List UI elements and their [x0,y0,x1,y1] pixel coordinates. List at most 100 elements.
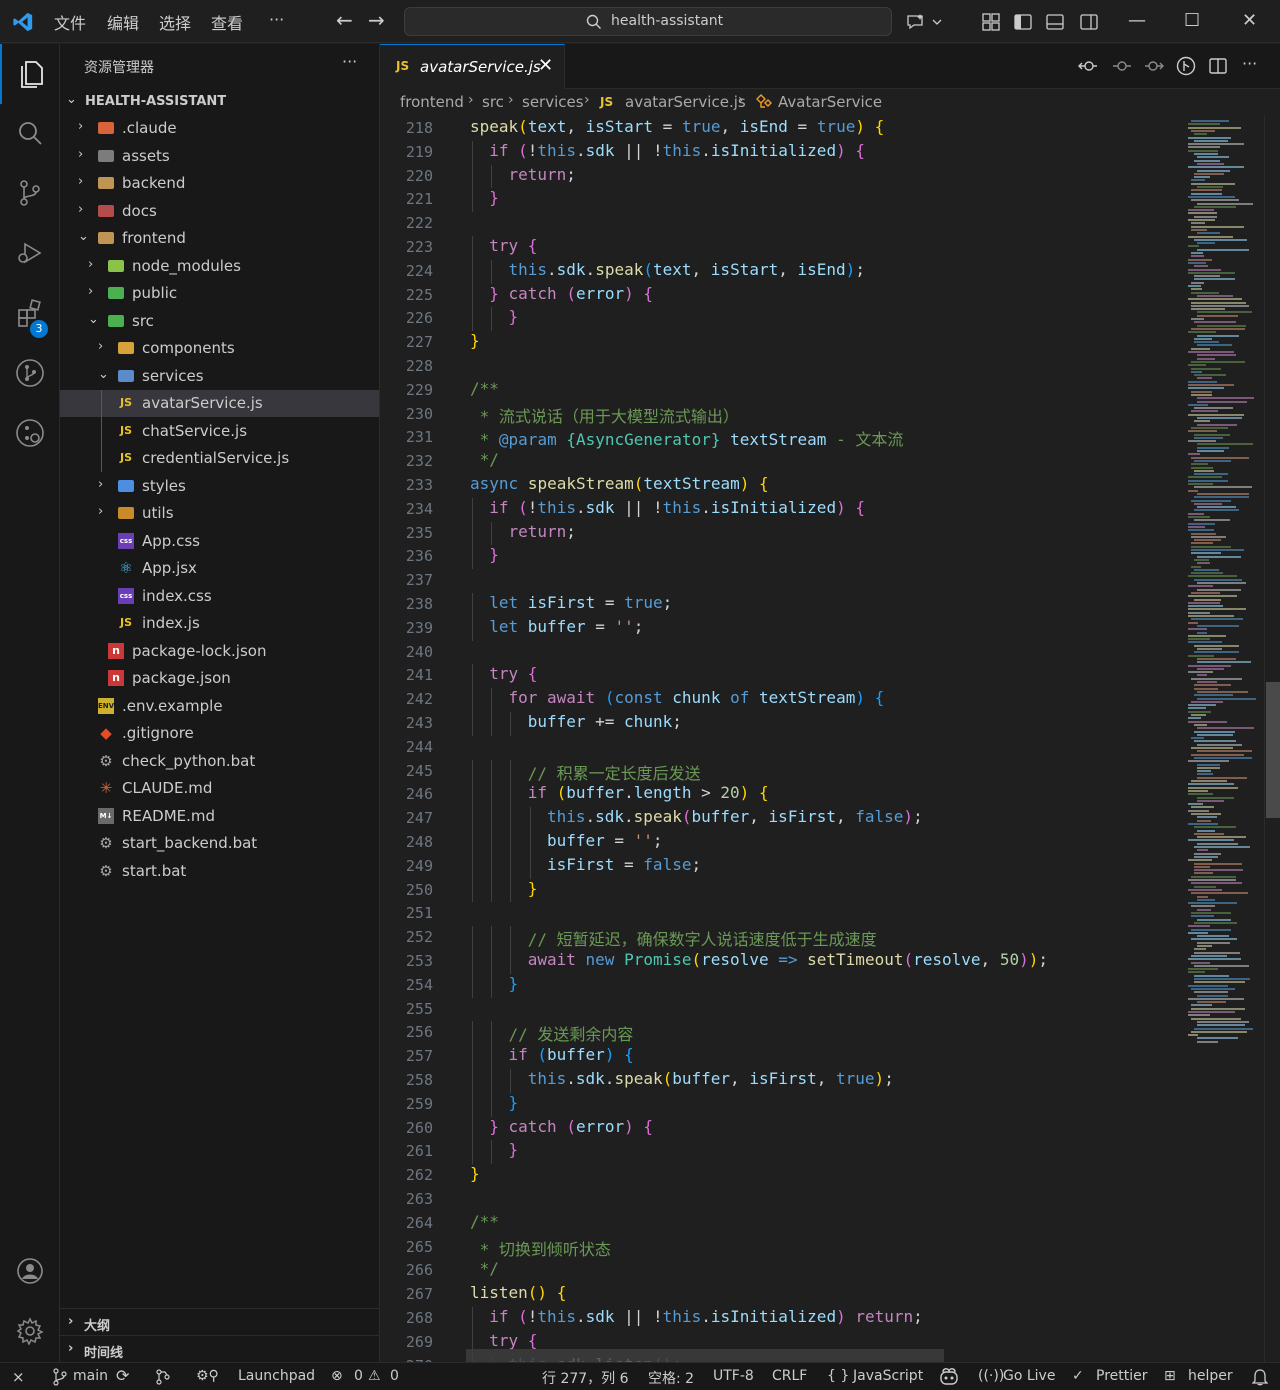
vertical-scrollbar[interactable] [1264,116,1280,1362]
run-debug-button[interactable] [0,224,60,284]
close-window-button[interactable]: ✕ [1242,10,1257,31]
minimap-line [1188,529,1214,532]
tree-item[interactable]: ⚛ App.jsx [60,555,379,582]
branch-name[interactable]: main [73,1368,108,1384]
toggle-panel-icon[interactable] [1045,12,1065,32]
gitlens-button[interactable] [0,404,60,464]
menu-more[interactable]: ··· [269,10,284,29]
editor-more-button[interactable]: ··· [1242,54,1257,73]
menu-selection[interactable]: 选择 [159,10,191,34]
prettier-button[interactable]: Prettier [1096,1368,1148,1384]
minimap-line [1188,195,1235,198]
menu-edit[interactable]: 编辑 [107,10,139,34]
tree-item[interactable]: › backend [60,170,379,197]
remote-indicator-icon[interactable]: ⨯ [12,1368,25,1386]
back-arrow-icon[interactable]: ← [336,8,353,32]
copilot-status-icon[interactable] [938,1367,960,1387]
extensions-button[interactable]: 3 [0,284,60,344]
workspace-root[interactable]: ⌄ HEALTH-ASSISTANT [60,88,379,115]
tree-item[interactable]: › node_modules [60,253,379,280]
tree-item[interactable]: › styles [60,473,379,500]
tree-item[interactable]: ENV .env.example [60,693,379,720]
open-changes-icon[interactable] [1078,56,1098,76]
tree-item[interactable]: › public [60,280,379,307]
account-button[interactable] [0,1242,60,1302]
tree-item[interactable]: ⌄ services [60,363,379,390]
tree-item-label: utils [142,504,174,522]
settings-button[interactable] [0,1302,60,1362]
tab-avatar-service[interactable]: JS avatarService.js ✕ [380,44,565,89]
tree-item[interactable]: › .claude [60,115,379,142]
bell-icon[interactable] [1252,1368,1268,1386]
horizontal-scrollbar[interactable] [466,1349,944,1362]
layout-icon[interactable] [981,12,1001,32]
tree-item[interactable]: JS credentialService.js [60,445,379,472]
forward-arrow-icon[interactable]: → [368,8,385,32]
launchpad-button[interactable]: Launchpad [238,1368,315,1384]
tree-item[interactable]: ⚙ start_backend.bat [60,830,379,857]
sync-icon[interactable]: ⟳ [116,1366,129,1385]
line-number: 244 [405,737,433,756]
timeline-section[interactable]: › 时间线 [60,1335,379,1363]
search-button[interactable] [0,104,60,164]
cursor-position[interactable]: 行 277，列 6 [542,1368,629,1388]
toggle-secondary-sidebar-icon[interactable] [1079,12,1099,32]
language-mode[interactable]: JavaScript [853,1368,923,1384]
code-editor[interactable]: 218 speak(text, isStart = true, isEnd = t… [380,116,1280,1362]
breadcrumb-item[interactable]: services [522,93,584,111]
breadcrumb-item[interactable]: src [482,93,504,111]
tree-item[interactable]: ⌄ src [60,308,379,335]
copilot-icon[interactable] [906,12,942,32]
tree-item[interactable]: ◆ .gitignore [60,720,379,747]
explorer-more-button[interactable]: ··· [342,52,357,71]
tree-item[interactable]: css index.css [60,583,379,610]
minimap-line [1197,796,1234,799]
toggle-sidebar-icon[interactable] [1013,12,1033,32]
error-count[interactable]: 0 [354,1368,363,1384]
indentation[interactable]: 空格: 2 [648,1368,694,1388]
tree-item[interactable]: ⚙ start.bat [60,858,379,885]
tree-item[interactable]: › assets [60,143,379,170]
source-control-button[interactable] [0,164,60,224]
outline-section[interactable]: › 大纲 [60,1308,379,1336]
tree-item[interactable]: ⚙ check_python.bat [60,748,379,775]
tree-item[interactable]: JS chatService.js [60,418,379,445]
tree-item[interactable]: n package-lock.json [60,638,379,665]
tree-item[interactable]: ⌄ frontend [60,225,379,252]
tree-item[interactable]: › utils [60,500,379,527]
go-live-button[interactable]: Go Live [1003,1368,1055,1384]
git-graph-button[interactable] [0,344,60,404]
menu-view[interactable]: 查看 [211,10,243,34]
next-commit-icon[interactable] [1144,56,1164,76]
minimap[interactable] [1180,116,1264,1362]
tree-item[interactable]: M↓ README.md [60,803,379,830]
tree-item[interactable]: JS index.js [60,610,379,637]
command-center-search[interactable]: health-assistant [404,7,892,36]
gitlens-inspect-icon[interactable] [1176,56,1196,76]
encoding[interactable]: UTF-8 [713,1368,754,1384]
breadcrumb-item[interactable]: frontend [400,93,464,111]
explorer-button[interactable] [0,44,60,104]
tab-close-icon[interactable]: ✕ [538,55,553,76]
minimap-line [1188,615,1234,617]
maximize-button[interactable]: ☐ [1184,10,1200,31]
warning-count[interactable]: 0 [390,1368,399,1384]
tree-item[interactable]: › docs [60,198,379,225]
minimize-button[interactable]: — [1128,10,1146,31]
git-graph-status-icon[interactable] [154,1368,172,1386]
tree-item[interactable]: css App.css [60,528,379,555]
scrollbar-thumb[interactable] [1266,682,1280,818]
line-ending[interactable]: CRLF [772,1368,807,1384]
previous-commit-icon[interactable] [1112,56,1132,76]
tree-item[interactable]: › components [60,335,379,362]
tree-item[interactable]: ✳ CLAUDE.md [60,775,379,802]
breadcrumb-item[interactable]: AvatarService [778,93,882,111]
gitlens-icon [16,419,44,447]
helper-button[interactable]: helper [1188,1368,1233,1384]
tree-item[interactable]: n package.json [60,665,379,692]
split-editor-icon[interactable] [1208,56,1228,76]
breadcrumb-item[interactable]: avatarService.js [625,93,746,111]
tree-item[interactable]: JS avatarService.js [60,390,379,417]
menu-file[interactable]: 文件 [54,10,86,34]
minimap-line [1194,238,1247,241]
